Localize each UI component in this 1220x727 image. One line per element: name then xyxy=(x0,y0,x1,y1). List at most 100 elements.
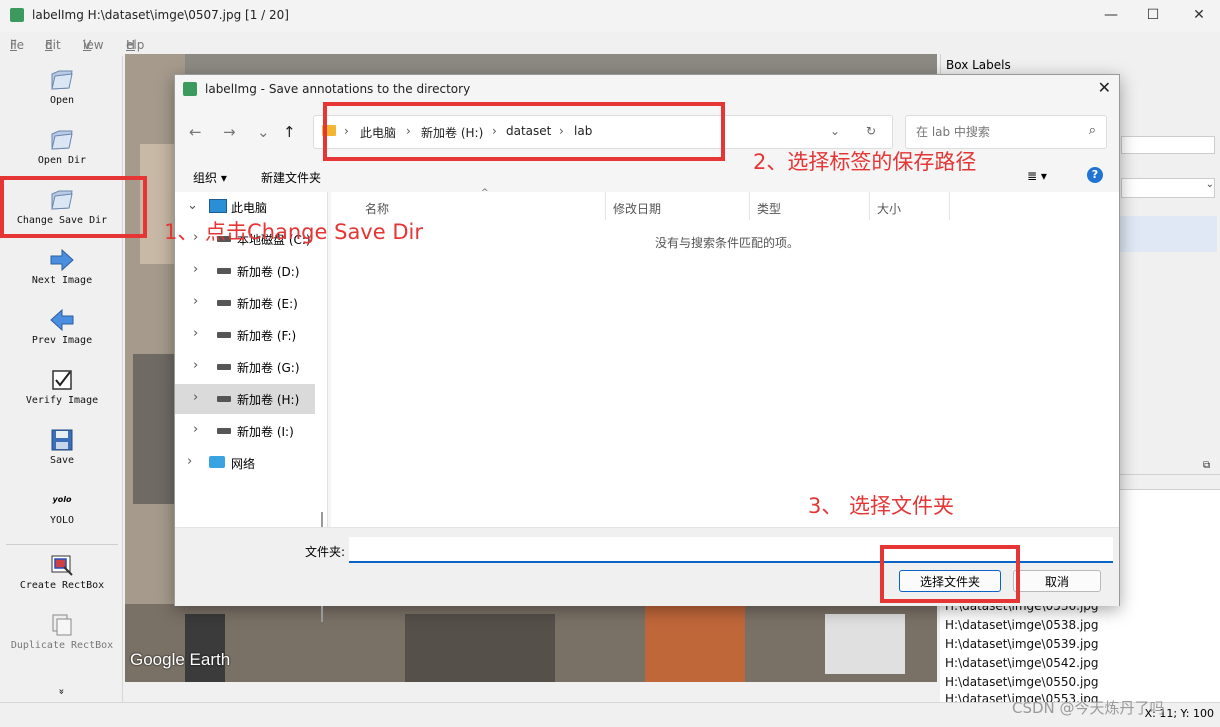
tree-item-drive-d[interactable]: › 新加卷 (D:) xyxy=(175,256,315,286)
toolbar-more-icon[interactable]: » xyxy=(56,688,67,694)
list-item[interactable]: H:\dataset\imge\0539.jpg xyxy=(945,637,1099,651)
file-list-header: ^ 名称 修改日期 类型 大小 xyxy=(331,188,1119,220)
google-earth-watermark: Google Earth xyxy=(130,650,231,669)
chevron-right-icon[interactable]: › xyxy=(193,262,198,277)
label-list-selection[interactable] xyxy=(1119,216,1217,252)
highlight-select-folder xyxy=(880,545,1020,603)
computer-icon xyxy=(209,199,227,213)
create-rectbox-button[interactable]: Create RectBox xyxy=(2,549,122,607)
up-icon[interactable]: ↑ xyxy=(283,123,296,141)
new-folder-button[interactable]: 新建文件夹 xyxy=(261,169,321,186)
arrow-right-icon xyxy=(50,248,74,272)
back-icon[interactable]: ← xyxy=(189,123,202,141)
drive-icon xyxy=(217,428,231,434)
search-box[interactable]: ⌕ xyxy=(905,115,1107,149)
save-label: Save xyxy=(49,455,75,466)
label-dropdown[interactable]: ⌄ xyxy=(1121,178,1215,198)
rectbox-icon xyxy=(51,555,73,576)
drive-icon xyxy=(217,364,231,370)
forward-icon[interactable]: → xyxy=(223,123,236,141)
minimize-button[interactable]: — xyxy=(1096,6,1126,26)
verify-image-button[interactable]: Verify Image xyxy=(2,364,122,422)
chevron-down-icon[interactable]: ⌄ xyxy=(830,124,840,138)
list-item[interactable]: H:\dataset\imge\0542.jpg xyxy=(945,656,1099,670)
chevron-right-icon[interactable]: › xyxy=(193,390,198,405)
tree-item-label: 新加卷 (H:) xyxy=(237,393,300,407)
dialog-close-button[interactable]: ✕ xyxy=(1098,78,1111,97)
tree-item-drive-f[interactable]: › 新加卷 (F:) xyxy=(175,320,315,350)
verify-image-label: Verify Image xyxy=(25,395,99,406)
column-type[interactable]: 类型 xyxy=(757,200,781,217)
tree-item-label: 新加卷 (D:) xyxy=(237,265,300,279)
column-divider[interactable] xyxy=(605,192,606,220)
cancel-button[interactable]: 取消 xyxy=(1013,570,1101,592)
tree-item-drive-i[interactable]: › 新加卷 (I:) xyxy=(175,416,315,446)
annotation-step3: 3、 选择文件夹 xyxy=(808,494,955,518)
drive-icon xyxy=(217,396,231,402)
file-list-area[interactable]: 没有与搜索条件匹配的项。 xyxy=(331,220,1119,527)
label-input[interactable] xyxy=(1121,136,1215,154)
duplicate-icon xyxy=(52,614,72,636)
tree-item-drive-g[interactable]: › 新加卷 (G:) xyxy=(175,352,315,382)
yolo-label: YOLO xyxy=(49,515,75,526)
float-panel-icon[interactable]: ⧉ xyxy=(1203,460,1210,471)
folder-icon xyxy=(51,130,73,150)
organize-button[interactable]: 组织 ▾ xyxy=(193,169,227,186)
tree-item-label: 新加卷 (G:) xyxy=(237,361,300,375)
annotation-step2: 2、选择标签的保存路径 xyxy=(753,150,977,174)
recent-locations-icon[interactable]: ⌄ xyxy=(257,123,270,141)
refresh-icon[interactable]: ↻ xyxy=(866,124,876,138)
list-item[interactable]: H:\dataset\imge\0538.jpg xyxy=(945,618,1099,632)
column-name[interactable]: 名称 xyxy=(365,200,389,217)
tree-item-label: 新加卷 (I:) xyxy=(237,425,294,439)
create-rectbox-label: Create RectBox xyxy=(19,580,105,591)
tree-item-drive-h[interactable]: › 新加卷 (H:) xyxy=(175,384,315,414)
tree-item-network[interactable]: › 网络 xyxy=(175,448,315,478)
chevron-right-icon[interactable]: › xyxy=(193,326,198,341)
chevron-right-icon[interactable]: › xyxy=(187,454,192,469)
save-button[interactable]: Save xyxy=(2,424,122,482)
maximize-button[interactable]: ☐ xyxy=(1138,6,1168,26)
duplicate-rectbox-button[interactable]: Duplicate RectBox xyxy=(2,609,122,667)
drive-icon xyxy=(217,300,231,306)
empty-message: 没有与搜索条件匹配的项。 xyxy=(655,236,800,250)
open-dir-button[interactable]: Open Dir xyxy=(2,124,122,182)
help-icon[interactable]: ? xyxy=(1087,167,1103,183)
highlight-change-save-dir xyxy=(0,176,147,238)
chevron-right-icon[interactable]: › xyxy=(193,422,198,437)
menu-view-rest: iew xyxy=(83,38,104,52)
menu-help-rest: elp xyxy=(126,38,145,52)
folder-icon xyxy=(51,70,73,90)
csdn-watermark: CSDN @今天炼丹了吗 xyxy=(1012,699,1165,717)
menu-file-rest: ile xyxy=(10,38,25,52)
column-size[interactable]: 大小 xyxy=(877,200,901,217)
chevron-down-icon[interactable]: ⌄ xyxy=(187,198,198,213)
column-divider[interactable] xyxy=(869,192,870,220)
column-modified[interactable]: 修改日期 xyxy=(613,200,661,217)
dialog-title: labelImg - Save annotations to the direc… xyxy=(205,82,471,96)
app-icon xyxy=(10,8,24,22)
image-region xyxy=(645,604,745,682)
view-options-button[interactable]: ≣ ▾ xyxy=(1027,169,1047,183)
close-button[interactable]: ✕ xyxy=(1184,6,1214,26)
toolbar-divider xyxy=(6,544,118,545)
app-icon xyxy=(183,82,197,96)
column-divider[interactable] xyxy=(749,192,750,220)
tree-item-label: 新加卷 (F:) xyxy=(237,329,297,343)
chevron-right-icon[interactable]: › xyxy=(193,358,198,373)
list-item[interactable]: H:\dataset\imge\0550.jpg xyxy=(945,675,1099,689)
chevron-right-icon[interactable]: › xyxy=(193,294,198,309)
search-input[interactable] xyxy=(914,122,1078,142)
image-region xyxy=(185,614,225,682)
annotation-step1: 1、 点击Change Save Dir xyxy=(164,220,423,244)
yolo-button[interactable]: yolo YOLO xyxy=(2,484,122,542)
prev-image-button[interactable]: Prev Image xyxy=(2,304,122,362)
menu-edit-rest: dit xyxy=(45,38,61,52)
folder-label: 文件夹: xyxy=(305,545,346,559)
open-button[interactable]: Open xyxy=(2,64,122,122)
duplicate-rectbox-label: Duplicate RectBox xyxy=(10,640,114,651)
search-icon: ⌕ xyxy=(1088,123,1096,138)
next-image-button[interactable]: Next Image xyxy=(2,244,122,302)
tree-item-drive-e[interactable]: › 新加卷 (E:) xyxy=(175,288,315,318)
column-divider[interactable] xyxy=(949,192,950,220)
